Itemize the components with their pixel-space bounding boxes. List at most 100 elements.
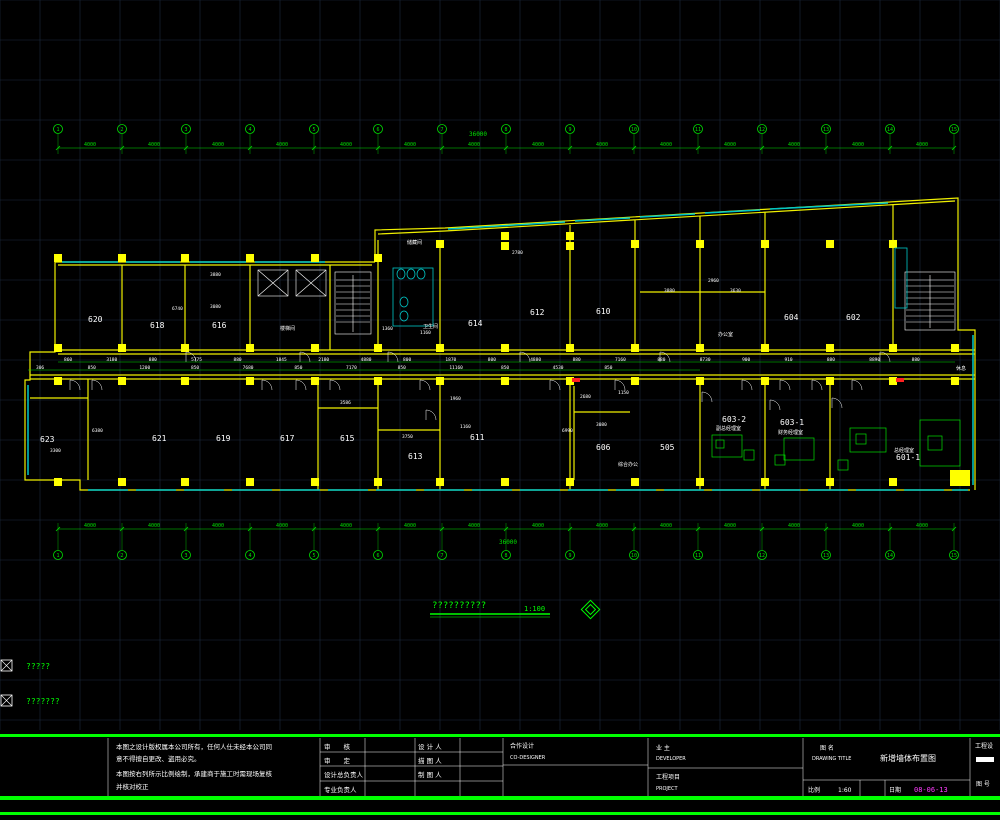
axis-label: 13 bbox=[823, 127, 829, 133]
room-603-1: 603-1 bbox=[780, 418, 804, 427]
column bbox=[118, 254, 126, 262]
marker bbox=[896, 378, 904, 382]
corridor-dim-value: 7160 bbox=[615, 357, 626, 363]
marker bbox=[572, 378, 580, 382]
dimension-value: 4000 bbox=[724, 142, 736, 148]
dimension-value: 4000 bbox=[532, 142, 544, 148]
corridor-dim-value: 860 bbox=[64, 357, 72, 363]
room-621: 621 bbox=[152, 434, 167, 443]
room-623: 623 bbox=[40, 435, 55, 444]
axis-label: 8 bbox=[504, 127, 507, 133]
outer-border bbox=[0, 812, 1000, 815]
project-cn: 工程项目 bbox=[656, 773, 680, 781]
developer-cn: 业 主 bbox=[656, 744, 670, 752]
corridor-dim-value: 800 bbox=[403, 357, 411, 363]
corridor-dim-value: 880 bbox=[912, 357, 920, 363]
interior-dim-value: 1150 bbox=[618, 390, 629, 396]
column bbox=[246, 377, 254, 385]
side-project-label: 工程设 bbox=[975, 742, 993, 750]
note-601-1: 总经理室 bbox=[894, 447, 914, 454]
drawing-background bbox=[0, 0, 1000, 820]
axis-label: 6 bbox=[376, 127, 379, 133]
axis-label: 14 bbox=[887, 553, 893, 559]
interior-dim-value: 2680 bbox=[580, 394, 591, 400]
column bbox=[566, 242, 574, 250]
side-drawing-no: 图 号 bbox=[976, 781, 990, 788]
column bbox=[501, 344, 509, 352]
column bbox=[761, 478, 769, 486]
cad-drawing-canvas: 1 2 3 4 5 6 7 8 9 10 11 12 13 14 15 4000 4000 4000 4000 40… bbox=[0, 0, 1000, 820]
interior-dim-value: 6380 bbox=[92, 428, 103, 434]
room-612: 612 bbox=[530, 308, 545, 317]
column bbox=[436, 377, 444, 385]
column bbox=[950, 470, 970, 486]
column bbox=[631, 377, 639, 385]
room-619: 619 bbox=[216, 434, 231, 443]
scale-value: 1:60 bbox=[838, 787, 852, 794]
axis-label: 11 bbox=[695, 127, 701, 133]
drawing-title: 新增墙体布置图 bbox=[880, 753, 936, 763]
column bbox=[118, 478, 126, 486]
axis-label: 7 bbox=[440, 127, 443, 133]
title-border-bottom bbox=[0, 796, 1000, 800]
column bbox=[696, 344, 704, 352]
column bbox=[246, 478, 254, 486]
axis-label: 10 bbox=[631, 127, 637, 133]
room-618: 618 bbox=[150, 321, 165, 330]
room-602: 602 bbox=[846, 313, 861, 322]
column bbox=[761, 377, 769, 385]
room-617: 617 bbox=[280, 434, 295, 443]
role-discipline-lead: 专业负责人 bbox=[324, 785, 357, 794]
column bbox=[501, 242, 509, 250]
interior-dim-value: 3300 bbox=[50, 448, 61, 454]
column bbox=[54, 344, 62, 352]
drawing-title-cn: 图 名 bbox=[820, 744, 834, 752]
axis-label: 13 bbox=[823, 553, 829, 559]
interior-dim-value: 1960 bbox=[450, 396, 461, 402]
dimension-value: 4000 bbox=[596, 142, 608, 148]
column bbox=[436, 478, 444, 486]
corridor-dim-value: 910 bbox=[784, 357, 792, 363]
column bbox=[501, 478, 509, 486]
note-603-2: 副总经理室 bbox=[716, 425, 741, 432]
column bbox=[374, 344, 382, 352]
column bbox=[54, 377, 62, 385]
room-603-2: 603-2 bbox=[722, 415, 746, 424]
dimension-value: 4000 bbox=[276, 142, 288, 148]
column bbox=[951, 377, 959, 385]
column bbox=[889, 240, 897, 248]
column bbox=[566, 478, 574, 486]
corridor-dim-value: 7680 bbox=[243, 365, 254, 371]
role-approve: 审 定 bbox=[324, 756, 351, 765]
project-en: PROJECT bbox=[656, 786, 679, 792]
column bbox=[118, 377, 126, 385]
interior-dim-value: 3880 bbox=[664, 288, 675, 294]
role-tracer: 描 图 人 bbox=[418, 756, 442, 765]
axis-label: 12 bbox=[759, 553, 765, 559]
dimension-value: 4000 bbox=[340, 523, 352, 529]
column bbox=[374, 254, 382, 262]
corridor-dim-value: 850 bbox=[294, 365, 302, 371]
corridor-dim-value: 2180 bbox=[318, 357, 329, 363]
column bbox=[631, 478, 639, 486]
notice-line-1: 本图之设计版权属本公司所有，任何人仕未经本公司同 bbox=[116, 742, 272, 751]
side-block-mark bbox=[976, 757, 994, 762]
column bbox=[761, 344, 769, 352]
role-designer: 设 计 人 bbox=[418, 742, 442, 751]
column bbox=[566, 344, 574, 352]
role-design-lead: 设计总负责人 bbox=[324, 770, 364, 779]
corridor-dim-value: 5775 bbox=[191, 357, 202, 363]
axis-label: 4 bbox=[248, 127, 251, 133]
interior-dim-value: 1160 bbox=[460, 424, 471, 430]
axis-label: 15 bbox=[951, 553, 957, 559]
dimension-value: 4000 bbox=[148, 142, 160, 148]
dimension-total-top: 36000 bbox=[469, 131, 487, 138]
dimension-value: 4000 bbox=[468, 523, 480, 529]
axis-label: 7 bbox=[440, 553, 443, 559]
column bbox=[311, 344, 319, 352]
column bbox=[374, 478, 382, 486]
axis-label: 8 bbox=[504, 553, 507, 559]
column bbox=[374, 377, 382, 385]
column bbox=[889, 344, 897, 352]
scale-label: 比例 bbox=[808, 786, 820, 794]
